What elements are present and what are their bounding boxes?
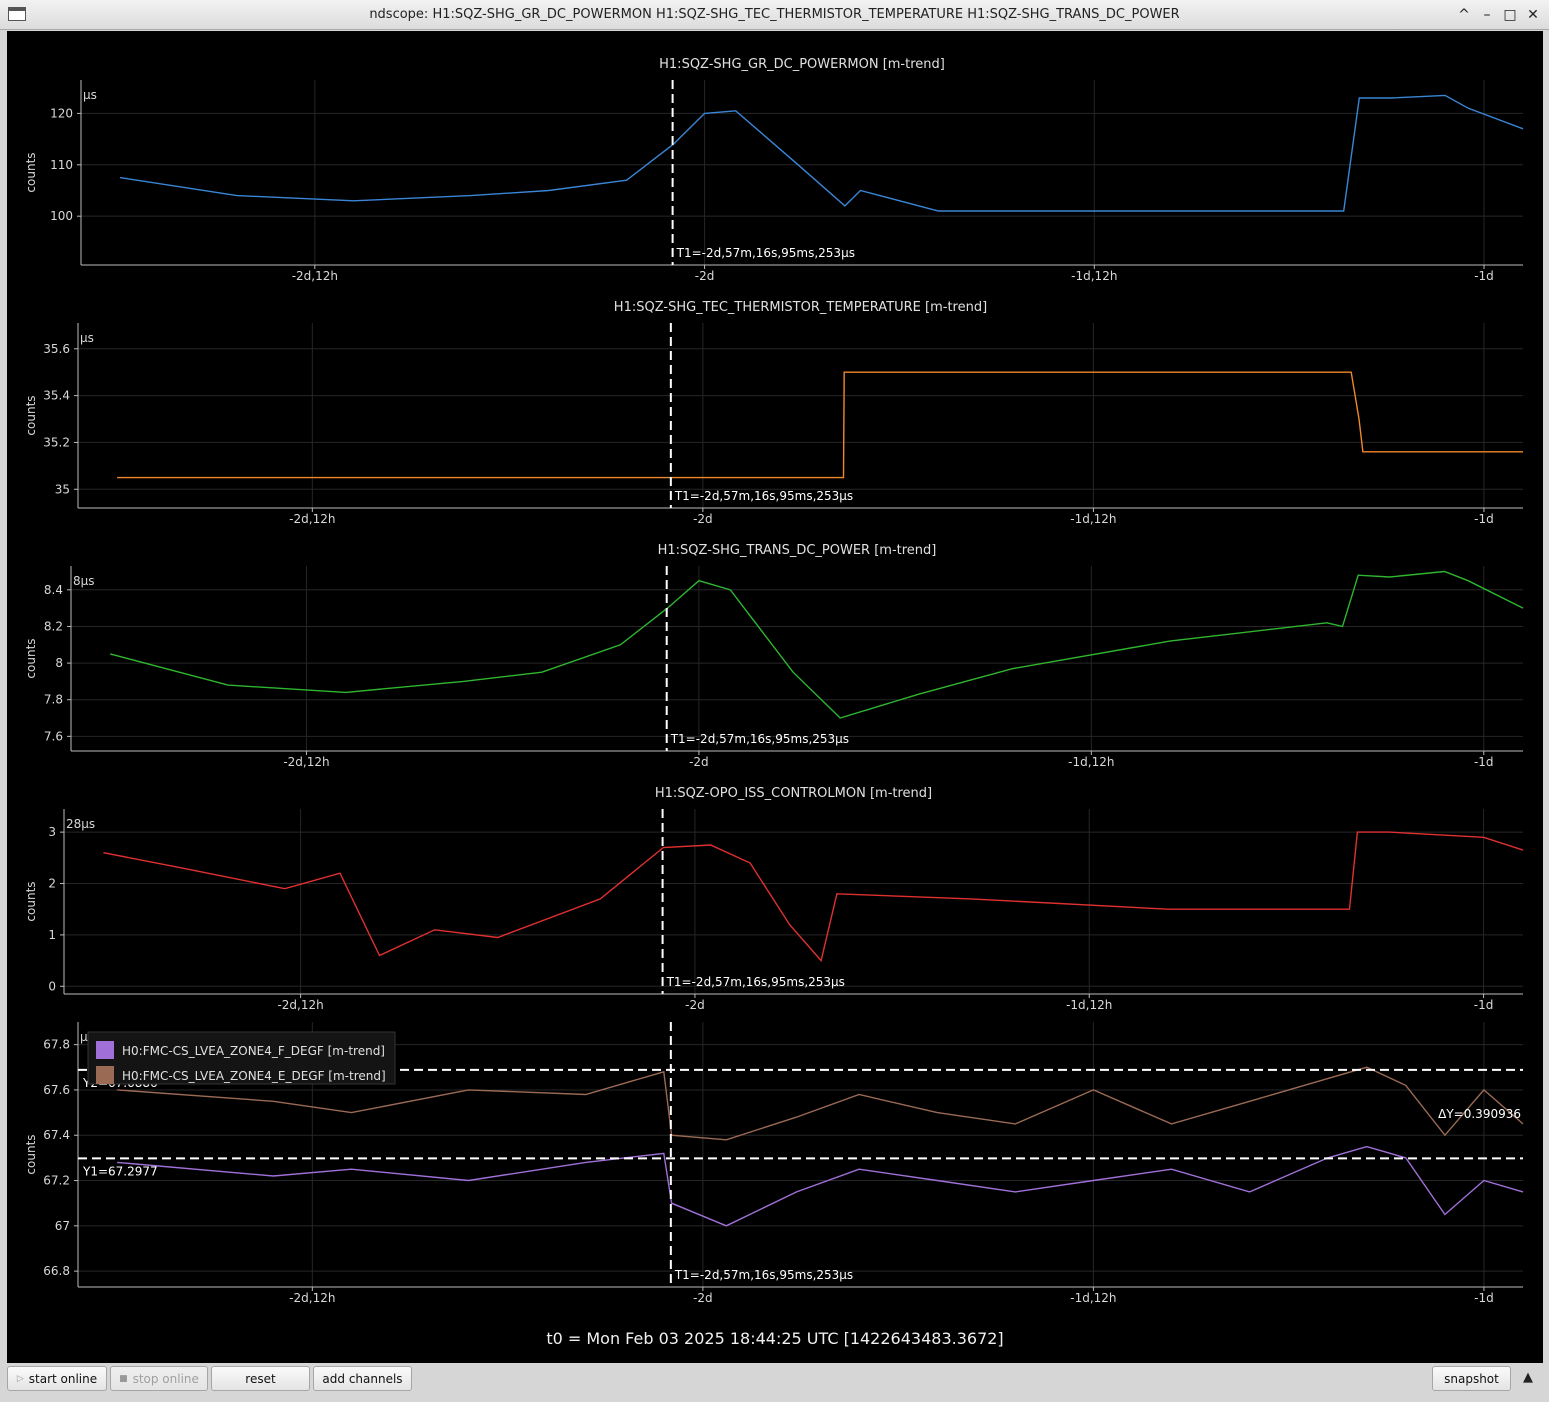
reset-button[interactable]: reset <box>211 1366 310 1391</box>
panel-3-xtick-label-0: -2d,12h <box>283 755 329 769</box>
panel-5-ytick-label-0: 66.8 <box>43 1264 70 1278</box>
panel-2-ytick-label-0: 35 <box>55 482 70 496</box>
panel-1-ytick-label-2: 120 <box>50 106 73 120</box>
start-online-button[interactable]: ▷ start online <box>7 1366 107 1391</box>
bottom-toolbar: ▷ start online ■ stop online reset add cha… <box>0 1363 1549 1402</box>
panel-2-ytick-label-2: 35.4 <box>43 389 70 403</box>
panel-3-title: H1:SQZ-SHG_TRANS_DC_POWER [m-trend] <box>658 543 937 558</box>
panel-1-ylabel: counts <box>24 152 38 192</box>
add-channels-button[interactable]: add channels <box>313 1366 412 1391</box>
play-icon: ▷ <box>16 1373 24 1384</box>
panel-5-y-cursor-label-1: Y1=67.2977 <box>82 1164 158 1178</box>
panel-4-corner-label: 28µs <box>66 817 95 831</box>
panel-1-ytick-label-0: 100 <box>50 209 73 223</box>
panel-5-legend-label-2: H0:FMC-CS_LVEA_ZONE4_E_DEGF [m-trend] <box>122 1069 386 1083</box>
panel-5-legend-swatch-1 <box>96 1041 114 1059</box>
panel-2-xtick-label-1: -2d <box>693 512 713 526</box>
panel-2-xtick-label-3: -1d <box>1474 512 1494 526</box>
window-title: ndscope: H1:SQZ-SHG_GR_DC_POWERMON H1:SQ… <box>369 7 1180 22</box>
panel-4-ytick-label-1: 1 <box>48 928 56 942</box>
panel-5-ylabel: counts <box>24 1134 38 1174</box>
close-button[interactable]: ✕ <box>1522 4 1544 26</box>
panel-5-ytick-label-1: 67 <box>55 1219 70 1233</box>
window-titlebar: ndscope: H1:SQZ-SHG_GR_DC_POWERMON H1:SQ… <box>0 0 1549 30</box>
panel-2-corner-label: µs <box>80 331 94 345</box>
panel-5-delta-y-label: ΔY=0.390936 <box>1438 1107 1521 1121</box>
stop-icon: ■ <box>119 1373 128 1384</box>
panel-4-ylabel: counts <box>24 881 38 921</box>
panel-5-legend-swatch-2 <box>96 1066 114 1084</box>
panel-4-series-1-line <box>103 831 1524 963</box>
panel-4-title: H1:SQZ-OPO_ISS_CONTROLMON [m-trend] <box>655 786 932 801</box>
panel-5-xtick-label-0: -2d,12h <box>289 1291 335 1305</box>
panel-4-xtick-label-2: -1d,12h <box>1066 998 1112 1012</box>
panel-3-ytick-label-1: 7.8 <box>44 693 63 707</box>
panel-4-ytick-label-2: 2 <box>48 877 56 891</box>
panel-1-xtick-label-2: -1d,12h <box>1071 269 1117 283</box>
panel-3-ylabel: counts <box>24 638 38 678</box>
panel-2-xtick-label-0: -2d,12h <box>289 512 335 526</box>
panel-3-xtick-label-2: -1d,12h <box>1068 755 1114 769</box>
reset-label: reset <box>245 1371 276 1386</box>
panel-1-series-1-line <box>119 94 1524 212</box>
snapshot-label: snapshot <box>1444 1371 1499 1386</box>
panel-3-ytick-label-0: 7.6 <box>44 729 63 743</box>
panel-2-ytick-label-1: 35.2 <box>43 435 70 449</box>
panel-2-series-1-line <box>117 371 1523 479</box>
panel-4-xtick-label-0: -2d,12h <box>277 998 323 1012</box>
add-channels-label: add channels <box>322 1371 403 1386</box>
panel-5-ytick-label-4: 67.6 <box>43 1083 70 1097</box>
panel-1-t1-cursor-label: T1=-2d,57m,16s,95ms,253µs <box>676 246 855 260</box>
panel-4-xtick-label-1: -2d <box>685 998 705 1012</box>
panel-1-xtick-label-3: -1d <box>1474 269 1494 283</box>
panel-3-xtick-label-1: -2d <box>689 755 709 769</box>
panel-3-xtick-label-3: -1d <box>1474 755 1494 769</box>
collapse-toolbar-icon[interactable]: ▲ <box>1518 1370 1538 1388</box>
panel-5-xtick-label-3: -1d <box>1474 1291 1494 1305</box>
panel-2-ylabel: counts <box>24 395 38 435</box>
panel-1-xtick-label-1: -2d <box>695 269 715 283</box>
panel-4-t1-cursor-label: T1=-2d,57m,16s,95ms,253µs <box>666 975 845 989</box>
panel-2-xtick-label-2: -1d,12h <box>1070 512 1116 526</box>
panel-5-ytick-label-5: 67.8 <box>43 1038 70 1052</box>
panel-1-title: H1:SQZ-SHG_GR_DC_POWERMON [m-trend] <box>659 57 945 72</box>
shade-button[interactable]: ^ <box>1453 4 1475 26</box>
t0-label: t0 = Mon Feb 03 2025 18:44:25 UTC [14226… <box>546 1329 1003 1348</box>
scope-plots[interactable]: 100110120-2d,12h -2d -1d,12h -1dH1:SQZ-SHG_… <box>7 31 1543 1363</box>
panel-3-series-1-line <box>110 570 1524 719</box>
panel-3-ytick-label-4: 8.4 <box>44 583 63 597</box>
panel-3-ytick-label-3: 8.2 <box>44 619 63 633</box>
panel-3-t1-cursor-label: T1=-2d,57m,16s,95ms,253µs <box>670 732 849 746</box>
panel-5-t1-cursor-label: T1=-2d,57m,16s,95ms,253µs <box>674 1268 853 1282</box>
snapshot-button[interactable]: snapshot <box>1432 1366 1511 1391</box>
maximize-button[interactable]: □ <box>1499 4 1521 26</box>
panel-2-ytick-label-3: 35.6 <box>43 342 70 356</box>
start-online-label: start online <box>28 1371 98 1386</box>
panel-3-ytick-label-2: 8 <box>55 656 63 670</box>
panel-5-ytick-label-3: 67.4 <box>43 1128 70 1142</box>
panel-4-ytick-label-0: 0 <box>48 979 56 993</box>
panel-4-ytick-label-3: 3 <box>48 825 56 839</box>
panel-1-ytick-label-1: 110 <box>50 158 73 172</box>
panel-1-corner-label: µs <box>83 88 97 102</box>
panel-2-t1-cursor-label: T1=-2d,57m,16s,95ms,253µs <box>674 489 853 503</box>
panel-2-title: H1:SQZ-SHG_TEC_THERMISTOR_TEMPERATURE [m… <box>614 300 987 315</box>
panel-5-legend-label-1: H0:FMC-CS_LVEA_ZONE4_F_DEGF [m-trend] <box>122 1044 385 1058</box>
scope-plot-area[interactable]: 100 110 120 -2d,12h -2d -1d,12h -1d H1:SQZ-SHG_… <box>7 31 1543 1363</box>
stop-online-button[interactable]: ■ stop online <box>110 1366 208 1391</box>
panel-5-xtick-label-2: -1d,12h <box>1070 1291 1116 1305</box>
panel-3-corner-label: 8µs <box>73 574 95 588</box>
panel-5-xtick-label-1: -2d <box>693 1291 713 1305</box>
stop-online-label: stop online <box>132 1371 199 1386</box>
panel-4-xtick-label-3: -1d <box>1474 998 1494 1012</box>
minimize-button[interactable]: – <box>1476 4 1498 26</box>
panel-5-ytick-label-2: 67.2 <box>43 1174 70 1188</box>
panel-1-xtick-label-0: -2d,12h <box>292 269 338 283</box>
